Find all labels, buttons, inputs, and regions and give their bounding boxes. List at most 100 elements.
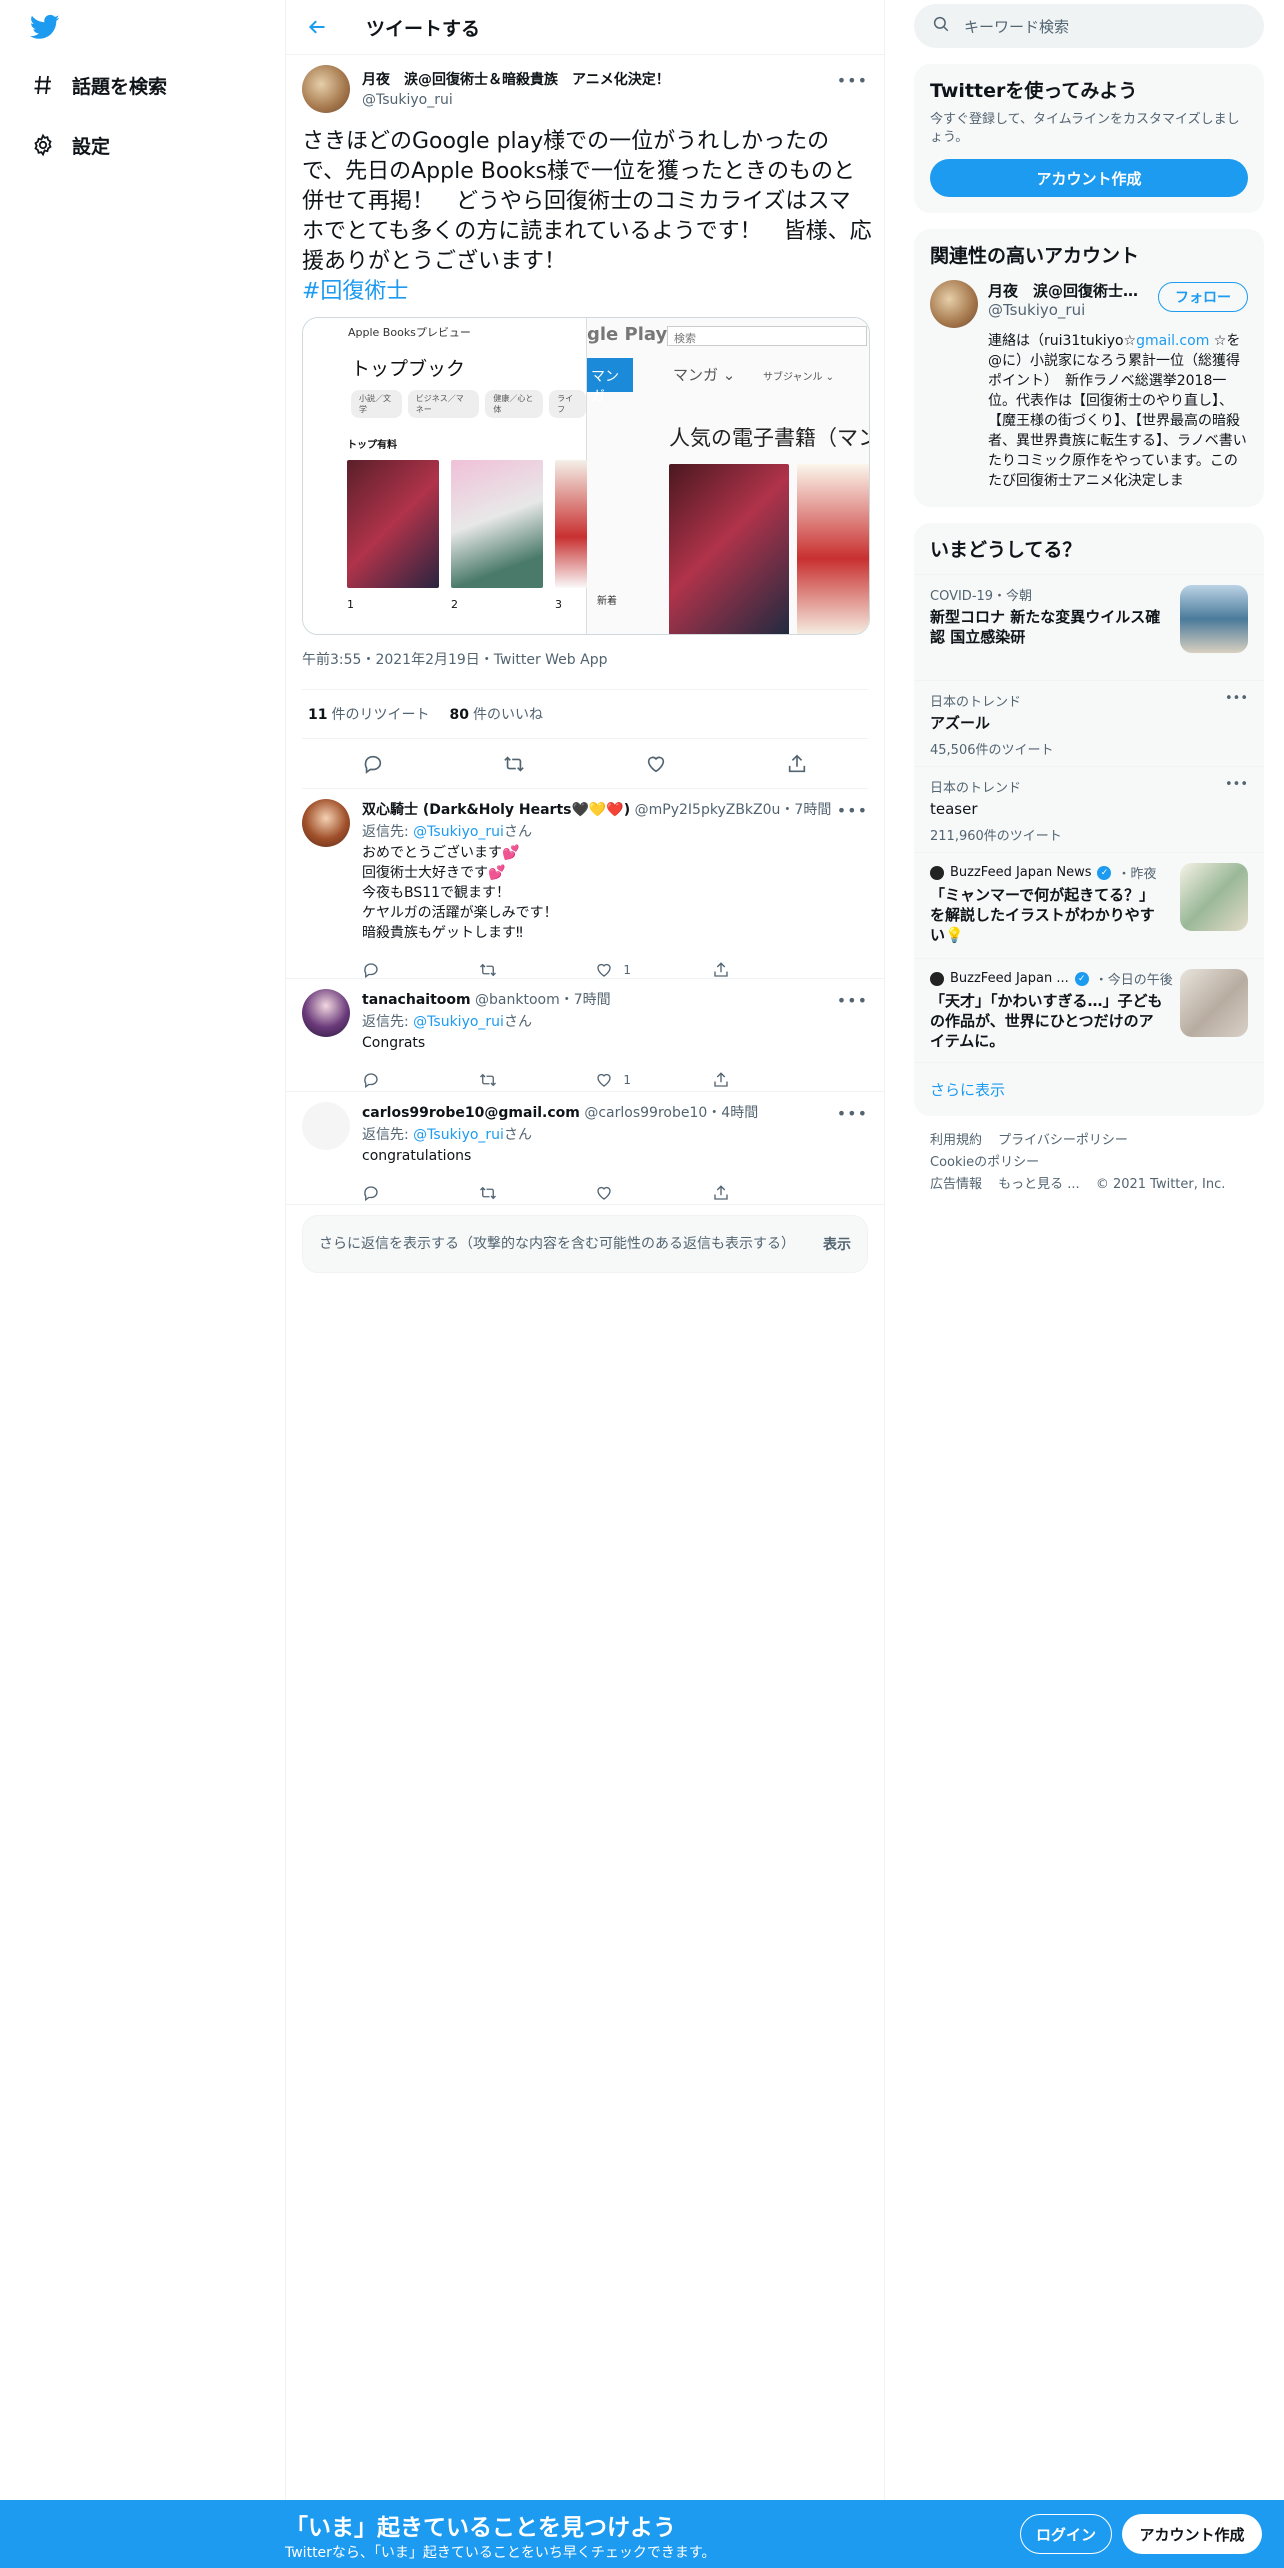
reply-text: congratulations xyxy=(362,1148,472,1164)
reply-tweet[interactable]: ••• tanachaitoom @banktoom・7時間 返信先: @Tsu… xyxy=(286,979,884,1092)
trend-item[interactable]: 日本のトレンド アズール 45,506件のツイート ••• xyxy=(914,680,1264,766)
footer-link[interactable]: Cookieのポリシー xyxy=(930,1155,1039,1170)
footer-link[interactable]: 利用規約 xyxy=(930,1133,982,1148)
reply-text-line: おめでとうございます💕 xyxy=(362,845,520,861)
tweet-image[interactable]: Apple Booksプレビュー トップブック 小説／文学 ビジネス／マネー 健… xyxy=(302,317,870,635)
like-icon[interactable] xyxy=(595,1184,675,1202)
footer-link[interactable]: 広告情報 xyxy=(930,1177,982,1192)
reply-to-mention[interactable]: @Tsukiyo_rui xyxy=(413,1127,504,1143)
author-handle[interactable]: @Tsukiyo_rui xyxy=(362,92,670,108)
reply-author-name[interactable]: tanachaitoom xyxy=(362,992,471,1008)
share-icon[interactable] xyxy=(785,752,809,776)
copyright: © 2021 Twitter, Inc. xyxy=(1095,1177,1226,1192)
show-more-replies[interactable]: さらに返信を表示する（攻撃的な内容を含む可能性のある返信も表示する） 表示 xyxy=(302,1215,868,1273)
login-button[interactable]: ログイン xyxy=(1020,2514,1112,2554)
reply-to-mention[interactable]: @Tsukiyo_rui xyxy=(413,824,504,840)
book-cover-image xyxy=(451,460,543,588)
show-more-trends-link[interactable]: さらに表示 xyxy=(914,1062,1264,1116)
trend-title: 「天才」「かわいすぎる…」子どもの作品が、世界にひとつだけのアイテムに。 xyxy=(930,992,1163,1050)
trend-item[interactable]: BuzzFeed Japan ... ✓ ・今日の午後 「天才」「かわいすぎる…」子… xyxy=(914,958,1264,1062)
avatar[interactable] xyxy=(302,1102,350,1150)
manga-dropdown: マンガ ⌄ xyxy=(673,366,736,384)
reply-author-name[interactable]: 双心騎士 (Dark&Holy Hearts🖤💛❤️) xyxy=(362,802,630,818)
top-books-heading: トップブック xyxy=(351,358,466,380)
like-icon xyxy=(597,1073,611,1087)
reply-icon[interactable] xyxy=(362,961,442,979)
reply-time[interactable]: ・7時間 xyxy=(780,802,831,818)
share-icon[interactable] xyxy=(712,1071,792,1089)
footer-link[interactable]: もっと見る ... xyxy=(998,1177,1080,1192)
reply-to-suffix: さん xyxy=(503,1014,532,1030)
retweet-icon[interactable] xyxy=(479,961,559,979)
trend-item[interactable]: BuzzFeed Japan News ✓ ・昨夜 「ミャンマーで何が起きてる？」を… xyxy=(914,852,1264,958)
reply-to-mention[interactable]: @Tsukiyo_rui xyxy=(413,1014,504,1030)
gear-icon xyxy=(30,132,56,158)
trend-item[interactable]: 日本のトレンド teaser 211,960件のツイート ••• xyxy=(914,766,1264,852)
signup-button[interactable]: アカウント作成 xyxy=(1122,2514,1262,2554)
retweet-icon[interactable] xyxy=(479,1071,559,1089)
reply-author-handle[interactable]: @carlos99robe10 xyxy=(584,1105,707,1121)
more-options-icon[interactable]: ••• xyxy=(837,801,868,820)
twitter-bird-icon[interactable] xyxy=(28,12,62,42)
nav-settings[interactable]: 設定 xyxy=(30,125,110,165)
share-icon[interactable] xyxy=(712,1184,792,1202)
reply-author-handle[interactable]: @mPy2I5pkyZBkZ0u xyxy=(635,802,781,818)
back-arrow-icon[interactable] xyxy=(304,14,330,40)
related-account-bio: 連絡は（rui31tukiyo☆gmail.com ☆を@に）小説家になろう累計… xyxy=(988,331,1250,491)
page-title: ツイートする xyxy=(366,17,481,40)
bio-link[interactable]: gmail.com xyxy=(1136,333,1209,349)
tweet-timestamp[interactable]: 午前3:55・2021年2月19日・Twitter Web App xyxy=(302,649,868,675)
reply-icon[interactable] xyxy=(362,1071,442,1089)
share-icon[interactable] xyxy=(712,961,792,979)
reply-icon[interactable] xyxy=(361,752,385,776)
more-options-icon[interactable]: ••• xyxy=(1225,691,1248,706)
like-button[interactable]: 1 xyxy=(595,1071,675,1089)
reply-author-handle[interactable]: @banktoom xyxy=(475,992,560,1008)
footer-link[interactable]: プライバシーポリシー xyxy=(998,1133,1128,1148)
reply-icon[interactable] xyxy=(362,1184,442,1202)
main-tweet: 月夜 涙@回復術士＆暗殺貴族 アニメ化決定！ @Tsukiyo_rui ••• … xyxy=(286,55,884,789)
reply-author-name[interactable]: carlos99robe10@gmail.com xyxy=(362,1105,580,1121)
retweet-count-link[interactable]: 11 件のリツイート xyxy=(308,704,429,724)
search-input[interactable]: キーワード検索 xyxy=(914,4,1264,48)
new-label: 新着 xyxy=(597,596,617,607)
author-name[interactable]: 月夜 涙@回復術士＆暗殺貴族 アニメ化決定！ xyxy=(362,69,670,89)
trend-source: BuzzFeed Japan ... xyxy=(950,971,1069,986)
show-replies-button[interactable]: 表示 xyxy=(823,1234,851,1254)
more-options-icon[interactable]: ••• xyxy=(837,71,868,90)
retweet-icon[interactable] xyxy=(502,752,526,776)
reply-time[interactable]: ・7時間 xyxy=(560,992,611,1008)
avatar[interactable] xyxy=(302,799,350,847)
trend-item[interactable]: COVID-19・今朝 新型コロナ 新たな変異ウイルス確認 国立感染研 xyxy=(914,574,1264,680)
nav-explore[interactable]: 話題を検索 xyxy=(30,65,167,105)
related-account[interactable]: 月夜 涙@回復術士＆暗殺貴族 アニメ化決定！ @Tsukiyo_rui 連絡は（… xyxy=(914,280,1264,507)
tweet-hashtag[interactable]: #回復術士 xyxy=(302,277,868,307)
subgenre-dropdown: サブジャンル ⌄ xyxy=(763,372,835,383)
reply-text-line: 回復術士大好きです💕 xyxy=(362,865,506,881)
avatar[interactable] xyxy=(302,989,350,1037)
more-options-icon[interactable]: ••• xyxy=(837,1104,868,1123)
more-options-icon[interactable]: ••• xyxy=(1225,777,1248,792)
like-icon[interactable] xyxy=(644,752,668,776)
tweet-actions xyxy=(302,739,868,789)
book-cover-image xyxy=(555,460,587,588)
like-count-link[interactable]: 80 件のいいね xyxy=(449,704,542,724)
follow-button[interactable]: フォロー xyxy=(1158,282,1248,312)
create-account-button[interactable]: アカウント作成 xyxy=(930,159,1248,197)
reply-to-suffix: さん xyxy=(503,824,532,840)
banner-headline: 「いま」起きていることを見つけよう xyxy=(285,2515,676,2541)
trend-title: teaser xyxy=(930,800,978,818)
show-more-replies-text: さらに返信を表示する（攻撃的な内容を含む可能性のある返信も表示する） xyxy=(319,1236,795,1252)
reply-tweet[interactable]: ••• carlos99robe10@gmail.com @carlos99ro… xyxy=(286,1092,884,1205)
google-play-search: 検索 xyxy=(667,326,867,346)
avatar[interactable] xyxy=(930,280,978,328)
retweet-icon[interactable] xyxy=(479,1184,559,1202)
like-button[interactable]: 1 xyxy=(595,961,675,979)
reply-text-line: 今夜もBS11で観ます！ xyxy=(362,885,511,901)
related-account-name[interactable]: 月夜 涙@回復術士＆暗殺貴族 アニメ化決定！ xyxy=(988,280,1148,301)
more-options-icon[interactable]: ••• xyxy=(837,991,868,1010)
avatar[interactable] xyxy=(302,65,350,113)
reply-tweet[interactable]: ••• 双心騎士 (Dark&Holy Hearts🖤💛❤️) @mPy2I5p… xyxy=(286,789,884,979)
reply-time[interactable]: ・4時間 xyxy=(707,1105,758,1121)
banner-subtext: Twitterなら、「いま」起きていることをいち早くチェックできます。 xyxy=(285,2545,716,2561)
